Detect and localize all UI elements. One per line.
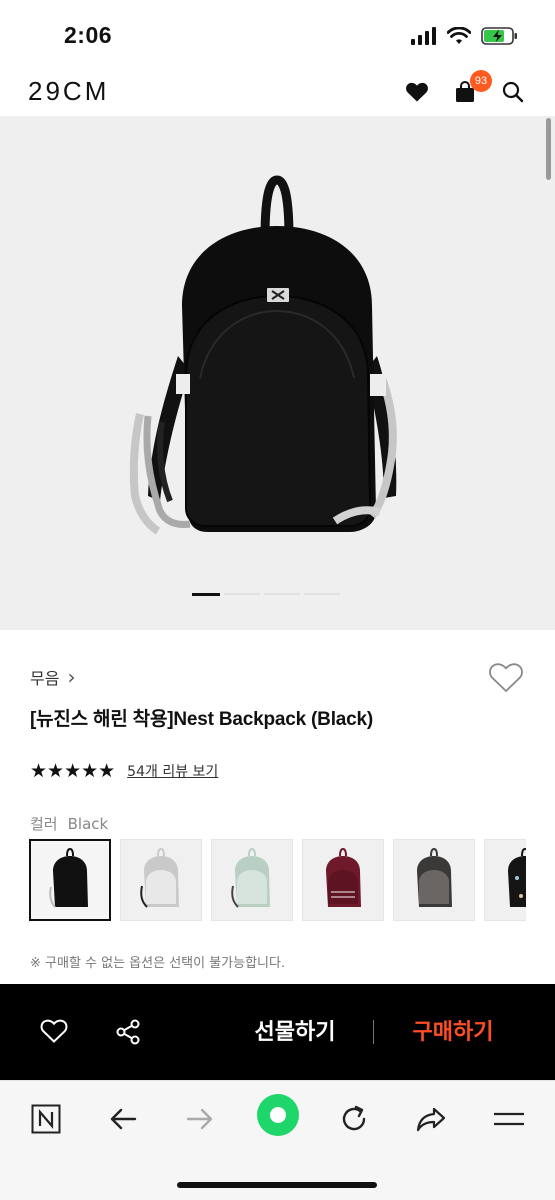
color-swatch-mint[interactable]: [211, 839, 293, 921]
option-notice: ※ 구매할 수 없는 옵션은 선택이 불가능합니다.: [30, 956, 286, 971]
buy-button[interactable]: 구매하기: [398, 1014, 508, 1046]
wifi-icon: [447, 27, 471, 44]
gift-button[interactable]: 선물하기: [240, 1014, 350, 1046]
color-swatch-black[interactable]: [29, 839, 111, 921]
color-swatch-list: [29, 839, 526, 921]
wishlist-heart-icon[interactable]: [488, 662, 524, 698]
page-scrollbar[interactable]: [546, 118, 551, 180]
color-label: 컬러: [30, 815, 58, 833]
refresh-icon[interactable]: [332, 1099, 376, 1139]
brand-name: 무음: [30, 669, 60, 688]
rating-row: ★★★★★ 54개 리뷰 보기: [30, 760, 218, 782]
status-icons: [411, 26, 519, 46]
naver-n-icon[interactable]: [24, 1099, 68, 1139]
review-link[interactable]: 54개 리뷰 보기: [127, 761, 218, 781]
cart-count-badge: 93: [470, 70, 492, 92]
search-icon[interactable]: [499, 78, 527, 106]
carousel-dot[interactable]: [224, 593, 260, 595]
carousel-indicator: [192, 593, 340, 596]
green-home-icon[interactable]: [256, 1094, 300, 1136]
color-value: Black: [67, 815, 109, 833]
battery-charging-icon: [481, 27, 517, 45]
carousel-dot-active[interactable]: [192, 593, 220, 596]
carousel-dot[interactable]: [304, 593, 340, 595]
product-title: [뉴진스 해린 착용]Nest Backpack (Black): [30, 709, 373, 730]
chevron-right-icon: ›: [67, 665, 76, 689]
status-bar: 2:06: [0, 0, 555, 66]
wishlist-heart-icon[interactable]: [40, 1018, 68, 1048]
color-swatch-burgundy[interactable]: [302, 839, 384, 921]
back-arrow-icon[interactable]: [101, 1099, 145, 1139]
heart-icon[interactable]: [403, 78, 431, 106]
home-indicator: [177, 1182, 377, 1188]
carousel-dot[interactable]: [264, 593, 300, 595]
forward-arrow-icon[interactable]: [178, 1099, 222, 1139]
purchase-action-bar: 선물하기 구매하기: [0, 984, 555, 1080]
logo[interactable]: 29CM: [28, 76, 109, 107]
signal-icon: [411, 27, 436, 45]
product-image-carousel[interactable]: [0, 116, 555, 630]
color-swatch-black-pattern[interactable]: [484, 839, 526, 921]
brand-link[interactable]: 무음 ›: [30, 665, 75, 689]
color-option-label: 컬러 Black: [30, 813, 108, 834]
rating-stars-icon: ★★★★★: [30, 760, 116, 782]
color-swatch-gray[interactable]: [120, 839, 202, 921]
color-swatch-charcoal[interactable]: [393, 839, 475, 921]
menu-icon[interactable]: [487, 1099, 531, 1139]
app-header: 29CM 93: [0, 66, 555, 118]
backpack-image: [129, 175, 397, 535]
action-divider: [373, 1020, 374, 1044]
share-icon[interactable]: [114, 1018, 142, 1050]
status-time: 2:06: [64, 22, 113, 48]
share-arrow-icon[interactable]: [409, 1099, 453, 1139]
